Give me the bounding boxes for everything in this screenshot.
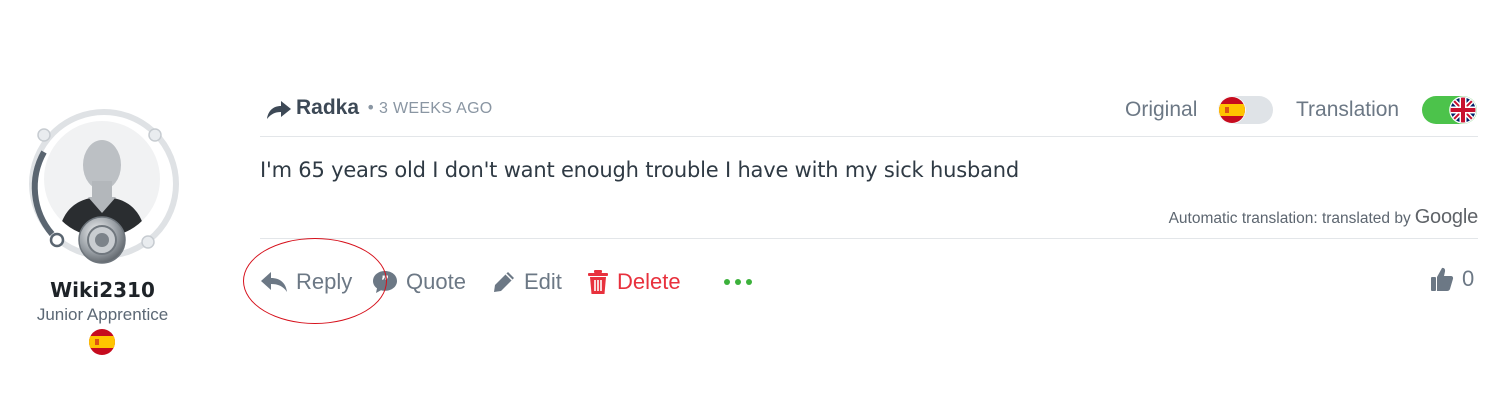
svg-text:”: ” xyxy=(381,275,390,290)
username[interactable]: Wiki2310 xyxy=(20,278,185,302)
post-body: I'm 65 years old I don't want enough tro… xyxy=(260,158,1019,182)
trash-icon xyxy=(588,270,608,294)
reply-button[interactable]: Reply xyxy=(260,264,352,300)
delete-label: Delete xyxy=(617,269,681,294)
uk-flag-icon xyxy=(1449,96,1477,124)
more-dot xyxy=(735,279,741,285)
share-arrow-icon xyxy=(267,101,291,119)
quote-button[interactable]: ” Quote xyxy=(372,264,466,300)
quote-bubble-icon: ” xyxy=(373,271,397,293)
original-language-label: Original xyxy=(1125,98,1198,121)
like-button[interactable]: 0 xyxy=(1430,266,1474,292)
post-header: Radka • 3 WEEKS AGO Original Translation xyxy=(260,92,1478,137)
translation-note-text: Automatic translation: translated by xyxy=(1168,210,1411,227)
reply-to-author[interactable]: Radka xyxy=(296,96,359,120)
meta-separator: • xyxy=(366,98,376,117)
forum-post: Wiki2310 Junior Apprentice Radka • 3 WEE… xyxy=(0,0,1500,405)
translation-language-toggle[interactable] xyxy=(1422,96,1477,124)
reply-arrow-icon xyxy=(261,272,287,292)
pencil-icon xyxy=(494,272,514,292)
author-card: Wiki2310 Junior Apprentice xyxy=(20,100,185,370)
translation-language-label: Translation xyxy=(1296,98,1400,121)
divider xyxy=(260,238,1478,239)
original-language-toggle[interactable] xyxy=(1218,96,1273,124)
google-logo-text: Google xyxy=(1414,206,1478,228)
thumbs-up-icon xyxy=(1431,267,1454,291)
more-options-button[interactable] xyxy=(724,264,757,300)
rank-badge-icon xyxy=(78,216,126,264)
translation-attribution: Automatic translation: translated by Goog… xyxy=(1168,206,1479,229)
like-count: 0 xyxy=(1462,266,1475,291)
user-rank: Junior Apprentice xyxy=(36,305,169,324)
more-dot xyxy=(746,279,752,285)
edit-label: Edit xyxy=(524,269,562,294)
post-timestamp: 3 WEEKS AGO xyxy=(379,100,493,117)
spain-flag-icon xyxy=(1218,96,1246,124)
edit-button[interactable]: Edit xyxy=(492,264,562,300)
spain-flag-icon xyxy=(89,329,115,355)
reply-label: Reply xyxy=(296,269,353,294)
delete-button[interactable]: Delete xyxy=(587,264,681,300)
quote-label: Quote xyxy=(406,269,466,294)
more-dot xyxy=(724,279,730,285)
